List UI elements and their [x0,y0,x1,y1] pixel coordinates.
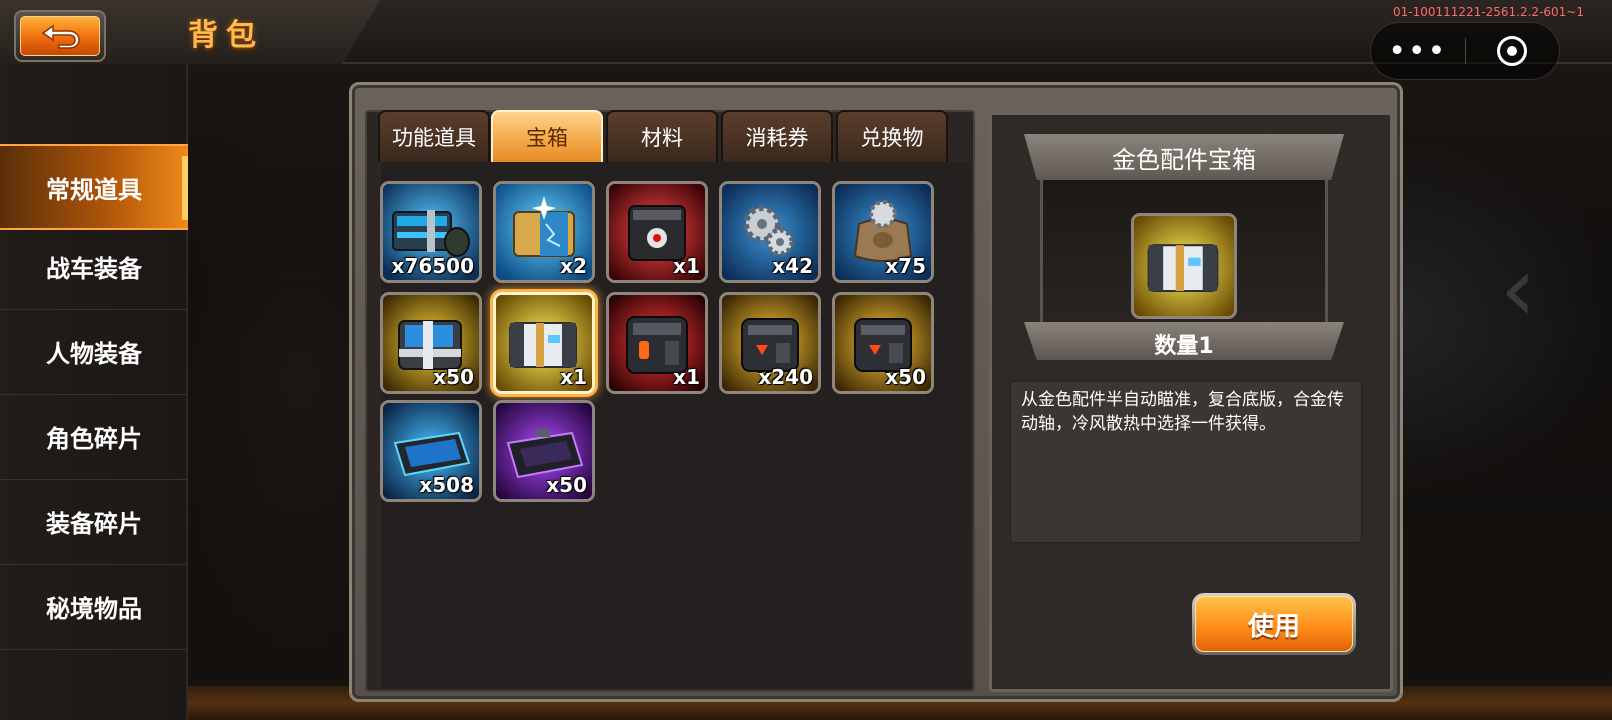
more-button[interactable]: ••• [1371,23,1465,79]
target-icon [1497,36,1528,66]
use-button-label[interactable]: 使用 [1195,596,1353,652]
sidebar-item-equipment-shards[interactable]: 装备碎片 [0,479,188,565]
return-arrow-icon [41,24,80,49]
tab-vouchers[interactable]: 消耗券 [721,110,833,162]
version-label: 01-100111221-2561.2.2-601~1 [1392,5,1584,19]
item-slot[interactable]: x1 [606,181,708,283]
item-slot[interactable]: x42 [719,181,821,283]
item-slot-selected[interactable]: x1 [493,292,595,394]
back-button-face[interactable] [20,16,100,56]
item-slot[interactable]: x76500 [380,181,482,283]
item-quantity: x1 [560,365,587,389]
item-slot[interactable]: x1 [606,292,708,394]
sidebar-item-secret-items[interactable]: 秘境物品 [0,564,188,650]
item-quantity: x50 [885,365,926,389]
chevron-left-icon: ‹ [1500,237,1536,342]
tab-exchange[interactable]: 兑换物 [836,110,948,162]
item-slot[interactable]: x50 [832,292,934,394]
detail-title: 金色配件宝箱 [1024,134,1344,180]
item-quantity: x2 [560,254,587,278]
item-slot[interactable]: x2 [493,181,595,283]
page-title: 背包 [188,18,264,53]
item-slot[interactable]: x50 [380,292,482,394]
sidebar-item-character-shards[interactable]: 角色碎片 [0,394,188,480]
item-quantity: x50 [433,365,474,389]
gold-part-chest-icon [1131,213,1237,319]
item-slot[interactable]: x508 [380,400,482,502]
sidebar-item-vehicle-equipment[interactable]: 战车装备 [0,224,188,310]
back-button[interactable] [14,10,106,62]
item-slot[interactable]: x240 [719,292,821,394]
item-quantity: x76500 [391,254,474,278]
item-quantity: x1 [673,254,700,278]
tab-materials[interactable]: 材料 [606,110,718,162]
item-quantity: x50 [546,473,587,497]
item-quantity: x1 [673,365,700,389]
sidebar-item-regular[interactable]: 常规道具 [0,144,188,230]
tab-functional-items[interactable]: 功能道具 [378,110,490,162]
item-quantity: x75 [885,254,926,278]
item-quantity: x508 [419,473,474,497]
miniprogram-capsule: ••• [1370,22,1560,80]
item-quantity: x240 [758,365,813,389]
detail-quantity: 数量1 [1154,334,1214,359]
sidebar-item-character-equipment[interactable]: 人物装备 [0,309,188,395]
item-slot[interactable]: x75 [832,181,934,283]
item-slot[interactable]: x50 [493,400,595,502]
detail-description: 从金色配件半自动瞄准，复合底版，合金传动轴，冷风散热中选择一件获得。 [1010,381,1362,543]
use-button[interactable]: 使用 [1192,593,1356,655]
tab-chests[interactable]: 宝箱 [491,110,603,162]
close-button[interactable] [1466,23,1560,79]
item-quantity: x42 [772,254,813,278]
